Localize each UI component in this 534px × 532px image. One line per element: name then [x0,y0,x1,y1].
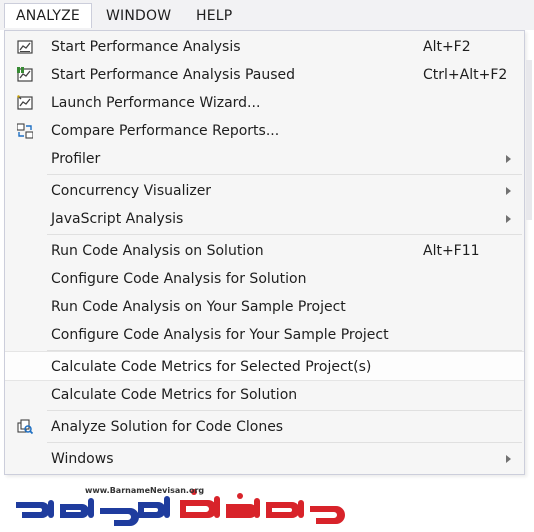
menu-item-run-code-analysis-sample[interactable]: Run Code Analysis on Your Sample Project [5,293,524,321]
menu-separator [47,442,522,443]
menu-item-label: Launch Performance Wizard... [51,95,261,111]
menu-item-label: Calculate Code Metrics for Solution [51,387,298,403]
menu-item-label: JavaScript Analysis [51,211,184,227]
menu-item-label: Configure Code Analysis for Your Sample … [51,327,389,343]
menu-item-label: Calculate Code Metrics for Selected Proj… [51,359,372,375]
menu-item-analyze-code-clones[interactable]: Analyze Solution for Code Clones [5,413,524,441]
submenu-arrow-icon [506,455,511,463]
code-clones-icon [17,419,33,435]
menubar-analyze[interactable]: ANALYZE [4,3,92,28]
menu-item-label: Start Performance Analysis [51,39,241,55]
menu-item-shortcut: Ctrl+Alt+F2 [423,67,508,83]
menubar-window[interactable]: WINDOW [106,4,171,28]
performance-analysis-icon [17,40,33,54]
compare-reports-icon [17,123,33,139]
menu-item-windows[interactable]: Windows [5,445,524,473]
menu-item-label: Profiler [51,151,101,167]
submenu-arrow-icon [506,215,511,223]
watermark-logo: www.BarnameNevisan.org [4,486,374,528]
menu-item-label: Concurrency Visualizer [51,183,212,199]
menu-item-run-code-analysis-solution[interactable]: Run Code Analysis on Solution Alt+F11 [5,237,524,265]
performance-wizard-icon [17,95,33,110]
menu-item-label: Configure Code Analysis for Solution [51,271,307,287]
menu-separator [47,410,522,411]
menu-item-label: Windows [51,451,114,467]
menu-item-shortcut: Alt+F2 [423,39,471,55]
submenu-arrow-icon [506,155,511,163]
menu-item-configure-code-analysis-solution[interactable]: Configure Code Analysis for Solution [5,265,524,293]
menubar-help[interactable]: HELP [196,4,232,28]
menu-item-label: Start Performance Analysis Paused [51,67,296,83]
menubar: ANALYZE WINDOW HELP [0,0,534,30]
menu-item-compare-performance-reports[interactable]: Compare Performance Reports... [5,117,524,145]
menu-item-label: Analyze Solution for Code Clones [51,419,284,435]
menu-item-configure-code-analysis-sample[interactable]: Configure Code Analysis for Your Sample … [5,321,524,349]
menu-separator [47,174,522,175]
menu-item-start-performance-analysis-paused[interactable]: Start Performance Analysis Paused Ctrl+A… [5,61,524,89]
menu-item-profiler[interactable]: Profiler [5,145,524,173]
watermark-url: www.BarnameNevisan.org [85,486,205,495]
menu-item-concurrency-visualizer[interactable]: Concurrency Visualizer [5,177,524,205]
menu-separator [47,234,522,235]
menu-item-label: Run Code Analysis on Solution [51,243,264,259]
menu-item-shortcut: Alt+F11 [423,243,480,259]
performance-analysis-paused-icon [17,67,33,82]
menu-item-label: Run Code Analysis on Your Sample Project [51,299,346,315]
menu-item-launch-performance-wizard[interactable]: Launch Performance Wizard... [5,89,524,117]
menu-item-javascript-analysis[interactable]: JavaScript Analysis [5,205,524,233]
analyze-menu: Start Performance Analysis Alt+F2 Start … [4,30,525,475]
menu-item-start-performance-analysis[interactable]: Start Performance Analysis Alt+F2 [5,33,524,61]
background-scrollbar [526,60,532,220]
menu-item-calculate-code-metrics-solution[interactable]: Calculate Code Metrics for Solution [5,381,524,409]
menu-item-label: Compare Performance Reports... [51,123,280,139]
menu-item-calculate-code-metrics-selected[interactable]: Calculate Code Metrics for Selected Proj… [5,351,524,381]
submenu-arrow-icon [506,187,511,195]
